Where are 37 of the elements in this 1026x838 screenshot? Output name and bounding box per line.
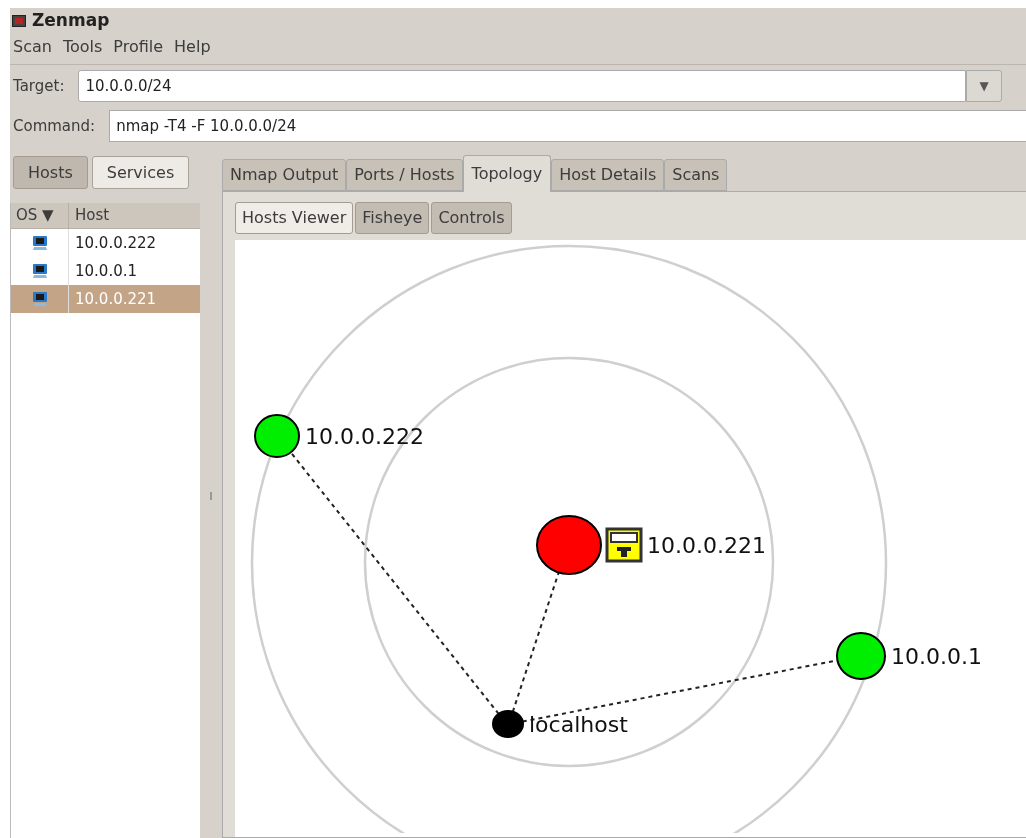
host-cell-text: 10.0.0.221 bbox=[74, 288, 158, 310]
menu-item[interactable]: Help bbox=[173, 35, 212, 59]
tab[interactable]: Ports / Hosts bbox=[346, 159, 463, 191]
node-label: 10.0.0.1 bbox=[891, 644, 982, 669]
host-cell-text: 10.0.0.222 bbox=[74, 232, 158, 254]
computer-icon bbox=[30, 235, 49, 251]
computer-icon bbox=[30, 291, 49, 307]
command-label: Command: bbox=[13, 115, 96, 137]
menu-item[interactable]: Profile bbox=[112, 35, 165, 59]
command-field[interactable]: nmap -T4 -F 10.0.0.0/24 bbox=[109, 110, 1026, 142]
tab[interactable]: Nmap Output bbox=[222, 159, 347, 191]
node-label: localhost bbox=[529, 712, 628, 737]
toolbar-button[interactable]: Controls bbox=[431, 202, 512, 234]
toolbar-button[interactable]: Hosts Viewer bbox=[235, 202, 354, 234]
tab[interactable]: Host Details bbox=[551, 159, 665, 191]
column-header[interactable]: OS ▼ bbox=[11, 203, 69, 228]
dropdown-button[interactable]: ▼ bbox=[966, 70, 1002, 102]
column-header[interactable]: Host bbox=[69, 203, 200, 228]
services-button[interactable]: Services bbox=[91, 156, 190, 189]
hosts-button[interactable]: Hosts bbox=[13, 156, 88, 189]
toolbar-button[interactable]: Fisheye bbox=[355, 202, 430, 234]
host-node[interactable] bbox=[536, 515, 602, 575]
node-label: 10.0.0.222 bbox=[305, 424, 424, 449]
tab[interactable]: Scans bbox=[664, 159, 728, 191]
node-label: 10.0.0.221 bbox=[647, 533, 766, 558]
app-icon bbox=[12, 15, 26, 27]
host-node[interactable] bbox=[254, 414, 300, 458]
host-node[interactable] bbox=[836, 632, 886, 680]
window-title: Zenmap bbox=[32, 9, 110, 33]
target-field[interactable]: 10.0.0.0/24 bbox=[78, 70, 966, 102]
menu-item[interactable]: Tools bbox=[61, 35, 104, 59]
host-node[interactable] bbox=[492, 710, 524, 738]
computer-icon bbox=[30, 263, 49, 279]
target-label: Target: bbox=[13, 75, 65, 97]
menu-item[interactable]: Scan bbox=[12, 35, 53, 59]
host-cell-text: 10.0.0.1 bbox=[74, 260, 139, 282]
tab[interactable]: Topology bbox=[462, 155, 552, 192]
